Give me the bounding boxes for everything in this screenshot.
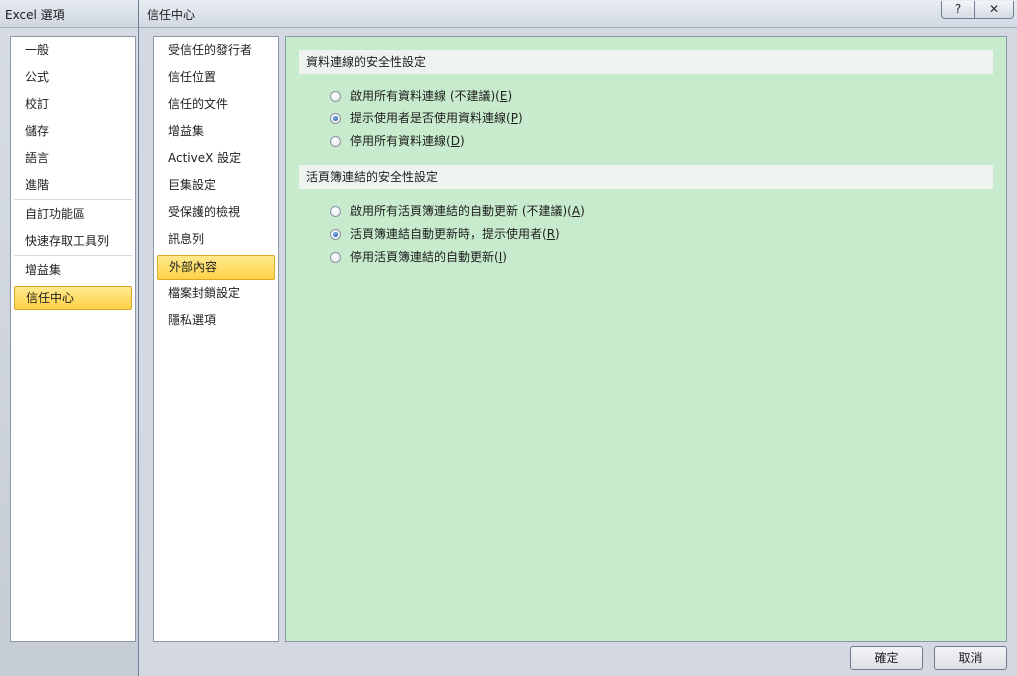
ok-button[interactable]: 確定 [850,646,923,670]
nav-item-add-ins[interactable]: 增益集 [14,259,132,281]
excel-options-nav: 一般 公式 校訂 儲存 語言 進階 自訂功能區 快速存取工具列 增益集 信任中心 [10,36,136,642]
trust-center-nav: 受信任的發行者 信任位置 信任的文件 增益集 ActiveX 設定 巨集設定 受… [153,36,279,642]
nav-item-add-ins[interactable]: 增益集 [157,119,275,143]
close-icon: ✕ [988,2,1000,16]
help-button[interactable]: ? [941,1,975,19]
excel-options-window: Excel 選項 一般 公式 校訂 儲存 語言 進階 自訂功能區 快速存取工具列… [0,0,140,676]
radio-label: 啟用所有資料連線 (不建議)(E) [350,89,513,103]
workbook-links-section-header: 活頁簿連結的安全性設定 [299,165,993,189]
radio-button[interactable] [330,91,341,102]
nav-divider [14,255,132,256]
trust-center-title: 信任中心 [147,8,196,22]
nav-item-quick-access-toolbar[interactable]: 快速存取工具列 [14,230,132,252]
nav-item-trusted-publishers[interactable]: 受信任的發行者 [157,38,275,62]
radio-label: 啟用所有活頁簿連結的自動更新 (不建議)(A) [350,204,585,218]
data-connections-section-header: 資料連線的安全性設定 [299,50,993,74]
nav-item-protected-view[interactable]: 受保護的檢視 [157,200,275,224]
excel-options-title: Excel 選項 [5,8,65,22]
nav-item-customize-ribbon[interactable]: 自訂功能區 [14,203,132,225]
excel-options-titlebar[interactable]: Excel 選項 [0,0,140,28]
nav-item-activex-settings[interactable]: ActiveX 設定 [157,146,275,170]
nav-item-general[interactable]: 一般 [14,39,132,61]
nav-item-trusted-documents[interactable]: 信任的文件 [157,92,275,116]
nav-item-advanced[interactable]: 進階 [14,174,132,196]
nav-item-privacy-options[interactable]: 隱私選項 [157,308,275,332]
radio-button-checked[interactable] [330,229,341,240]
radio-label: 停用活頁簿連結的自動更新(I) [350,250,507,264]
close-button[interactable]: ✕ [974,1,1014,19]
nav-item-message-bar[interactable]: 訊息列 [157,227,275,251]
trust-center-titlebar[interactable]: 信任中心 ? ✕ [139,0,1017,28]
external-content-pane: 資料連線的安全性設定 啟用所有資料連線 (不建議)(E) 提示使用者是否使用資料… [285,36,1007,642]
nav-item-language[interactable]: 語言 [14,147,132,169]
radio-label: 提示使用者是否使用資料連線(P) [350,111,523,125]
nav-item-trust-center[interactable]: 信任中心 [14,286,132,310]
nav-item-trusted-locations[interactable]: 信任位置 [157,65,275,89]
radio-label: 活頁簿連結自動更新時，提示使用者(R) [350,227,560,241]
radio-button[interactable] [330,252,341,263]
help-icon: ? [954,2,962,16]
cancel-button[interactable]: 取消 [934,646,1007,670]
radio-button-checked[interactable] [330,113,341,124]
trust-center-window: 信任中心 ? ✕ 受信任的發行者 信任位置 信任的文件 增益集 ActiveX … [138,0,1017,676]
nav-divider [14,199,132,200]
nav-item-formulas[interactable]: 公式 [14,66,132,88]
nav-item-macro-settings[interactable]: 巨集設定 [157,173,275,197]
radio-label: 停用所有資料連線(D) [350,134,465,148]
nav-item-proofing[interactable]: 校訂 [14,93,132,115]
radio-button[interactable] [330,136,341,147]
nav-item-external-content[interactable]: 外部內容 [157,255,275,280]
nav-item-file-block-settings[interactable]: 檔案封鎖設定 [157,281,275,305]
nav-item-save[interactable]: 儲存 [14,120,132,142]
radio-button[interactable] [330,206,341,217]
